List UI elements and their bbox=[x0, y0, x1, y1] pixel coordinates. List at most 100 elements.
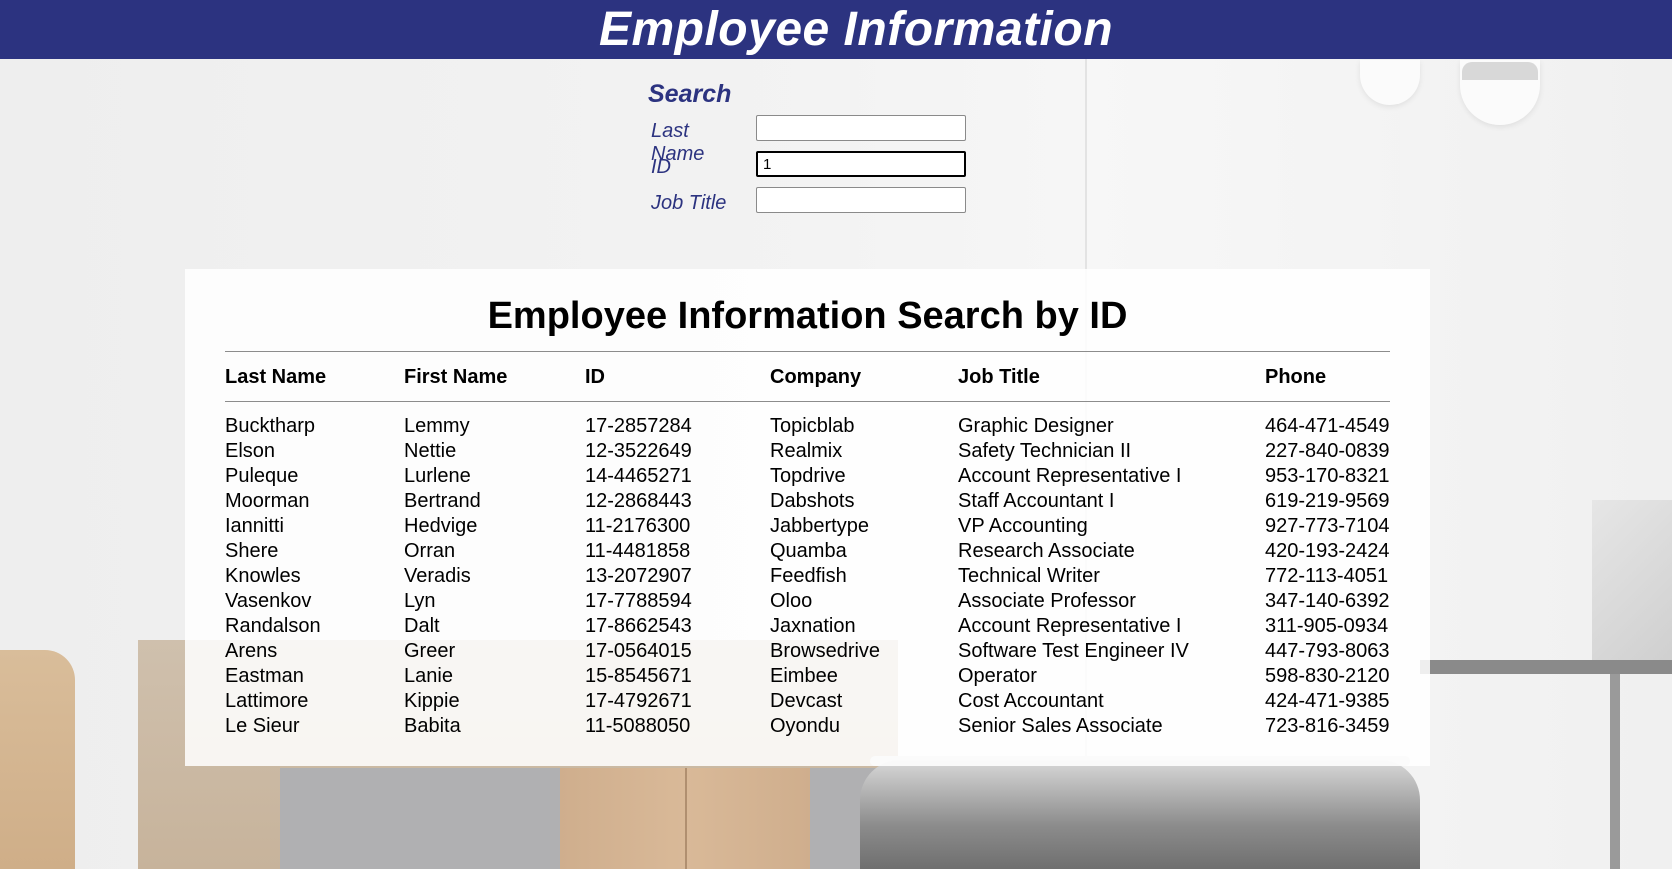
cell-first-name: Bertrand bbox=[404, 490, 481, 512]
cell-id: 17-2857284 bbox=[585, 415, 692, 437]
cell-phone: 953-170-8321 bbox=[1265, 465, 1390, 487]
table-row: Shere Orran 11-4481858 Quamba Research Assoc… bbox=[225, 540, 1390, 565]
column-header-first-name: First Name bbox=[404, 366, 508, 388]
search-form: Search Last Name ID Job Title bbox=[648, 80, 966, 223]
cell-id: 11-4481858 bbox=[585, 540, 691, 562]
cell-id: 17-0564015 bbox=[585, 640, 692, 662]
search-heading: Search bbox=[648, 80, 732, 108]
cell-company: Topdrive bbox=[770, 465, 846, 487]
cell-last-name: Randalson bbox=[225, 615, 321, 637]
cell-company: Oloo bbox=[770, 590, 813, 612]
cell-id: 15-8545671 bbox=[585, 665, 692, 687]
cell-phone: 424-471-9385 bbox=[1265, 690, 1390, 712]
cell-job-title: VP Accounting bbox=[958, 515, 1088, 537]
cell-company: Topicblab bbox=[770, 415, 855, 437]
cell-first-name: Greer bbox=[404, 640, 456, 662]
table-body: Bucktharp Lemmy 17-2857284 Topicblab Graphic… bbox=[225, 415, 1390, 740]
cell-last-name: Elson bbox=[225, 440, 276, 462]
table-row: Le Sieur Babita 11-5088050 Oyondu Senior Sal… bbox=[225, 715, 1390, 740]
table-row: Elson Nettie 12-3522649 Realmix Safety Techn… bbox=[225, 440, 1390, 465]
cell-last-name: Le Sieur bbox=[225, 715, 300, 737]
cell-id: 12-3522649 bbox=[585, 440, 692, 462]
cell-job-title: Senior Sales Associate bbox=[958, 715, 1163, 737]
cell-last-name: Knowles bbox=[225, 565, 301, 587]
cell-phone: 227-840-0839 bbox=[1265, 440, 1390, 462]
column-header-company: Company bbox=[770, 366, 862, 388]
cell-job-title: Graphic Designer bbox=[958, 415, 1114, 437]
cell-id: 13-2072907 bbox=[585, 565, 692, 587]
header-divider-bottom bbox=[225, 401, 1390, 402]
cell-last-name: Shere bbox=[225, 540, 279, 562]
header-divider-top bbox=[225, 351, 1390, 352]
cell-company: Devcast bbox=[770, 690, 843, 712]
cell-first-name: Dalt bbox=[404, 615, 440, 637]
cell-first-name: Lurlene bbox=[404, 465, 471, 487]
cell-company: Eimbee bbox=[770, 665, 838, 687]
cell-phone: 619-219-9569 bbox=[1265, 490, 1390, 512]
cell-first-name: Veradis bbox=[404, 565, 471, 587]
cell-first-name: Nettie bbox=[404, 440, 457, 462]
cell-last-name: Eastman bbox=[225, 665, 304, 687]
cell-last-name: Moorman bbox=[225, 490, 310, 512]
cell-phone: 598-830-2120 bbox=[1265, 665, 1390, 687]
cell-id: 17-8662543 bbox=[585, 615, 692, 637]
cell-id: 14-4465271 bbox=[585, 465, 692, 487]
cell-id: 12-2868443 bbox=[585, 490, 692, 512]
cell-company: Browsedrive bbox=[770, 640, 881, 662]
table-row: Bucktharp Lemmy 17-2857284 Topicblab Graphic… bbox=[225, 415, 1390, 440]
cell-id: 11-2176300 bbox=[585, 515, 691, 537]
column-header-phone: Phone bbox=[1265, 366, 1327, 388]
search-row-id: ID bbox=[648, 151, 966, 187]
table-row: Randalson Dalt 17-8662543 Jaxnation Account … bbox=[225, 615, 1390, 640]
cell-job-title: Cost Accountant bbox=[958, 690, 1104, 712]
cell-phone: 772-113-4051 bbox=[1265, 565, 1389, 587]
cell-last-name: Puleque bbox=[225, 465, 299, 487]
cell-phone: 347-140-6392 bbox=[1265, 590, 1390, 612]
column-header-job-title: Job Title bbox=[958, 366, 1040, 388]
cell-first-name: Hedvige bbox=[404, 515, 478, 537]
id-input[interactable] bbox=[756, 151, 966, 177]
column-header-last-name: Last Name bbox=[225, 366, 327, 388]
results-panel: Employee Information Search by ID Last N… bbox=[185, 269, 1430, 766]
table-row: Vasenkov Lyn 17-7788594 Oloo Associate Profe… bbox=[225, 590, 1390, 615]
table-row: Eastman Lanie 15-8545671 Eimbee Operator 598-… bbox=[225, 665, 1390, 690]
cell-company: Realmix bbox=[770, 440, 843, 462]
cell-id: 11-5088050 bbox=[585, 715, 691, 737]
search-row-job-title: Job Title bbox=[648, 187, 966, 223]
cell-job-title: Safety Technician II bbox=[958, 440, 1132, 462]
cell-first-name: Kippie bbox=[404, 690, 460, 712]
table-row: Puleque Lurlene 14-4465271 Topdrive Account … bbox=[225, 465, 1390, 490]
table-row: Moorman Bertrand 12-2868443 Dabshots Staff A… bbox=[225, 490, 1390, 515]
search-row-last-name: Last Name bbox=[648, 115, 966, 165]
cell-phone: 311-905-0934 bbox=[1265, 615, 1389, 637]
cell-company: Dabshots bbox=[770, 490, 855, 512]
cell-company: Quamba bbox=[770, 540, 847, 562]
cell-company: Feedfish bbox=[770, 565, 847, 587]
cell-company: Jaxnation bbox=[770, 615, 856, 637]
cell-company: Jabbertype bbox=[770, 515, 869, 537]
table-row: Lattimore Kippie 17-4792671 Devcast Cost Acc… bbox=[225, 690, 1390, 715]
page-title: Employee Information bbox=[598, 3, 1114, 56]
cell-first-name: Lanie bbox=[404, 665, 453, 687]
cell-job-title: Operator bbox=[958, 665, 1037, 687]
cell-first-name: Lyn bbox=[404, 590, 436, 612]
job-title-label: Job Title bbox=[651, 192, 727, 214]
cell-job-title: Staff Accountant I bbox=[958, 490, 1115, 512]
id-label: ID bbox=[651, 156, 671, 178]
cell-first-name: Babita bbox=[404, 715, 461, 737]
table-row: Knowles Veradis 13-2072907 Feedfish Technica… bbox=[225, 565, 1390, 590]
cell-last-name: Vasenkov bbox=[225, 590, 312, 612]
last-name-input[interactable] bbox=[756, 115, 966, 141]
cell-job-title: Technical Writer bbox=[958, 565, 1100, 587]
table-row: Iannitti Hedvige 11-2176300 Jabbertype VP Ac… bbox=[225, 515, 1390, 540]
cell-job-title: Account Representative I bbox=[958, 465, 1182, 487]
cell-last-name: Bucktharp bbox=[225, 415, 316, 437]
cell-job-title: Research Associate bbox=[958, 540, 1135, 562]
table-row: Arens Greer 17-0564015 Browsedrive Software … bbox=[225, 640, 1390, 665]
column-header-id: ID bbox=[585, 366, 605, 388]
cell-job-title: Software Test Engineer IV bbox=[958, 640, 1189, 662]
job-title-input[interactable] bbox=[756, 187, 966, 213]
cell-first-name: Lemmy bbox=[404, 415, 470, 437]
cell-job-title: Account Representative I bbox=[958, 615, 1182, 637]
cell-last-name: Lattimore bbox=[225, 690, 309, 712]
